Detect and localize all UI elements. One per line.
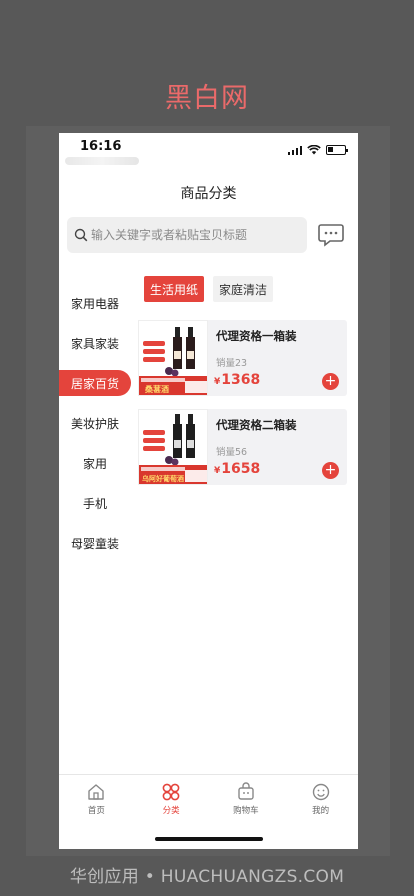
sidebar-item-appliances[interactable]: 家用电器	[59, 283, 131, 323]
subcategory-tabs: 生活用纸 家庭清洁	[144, 276, 274, 302]
phone-screen: 16:16 商品分类 家用电器 家具家装 居家百货 美妆护肤 家	[59, 133, 358, 849]
search-bar[interactable]	[67, 217, 307, 253]
category-sidebar: 家用电器 家具家装 居家百货 美妆护肤 家用 手机 母婴童装	[59, 283, 131, 563]
search-icon	[74, 228, 88, 242]
tab-category[interactable]: 分类	[134, 775, 209, 822]
tab-label: 我的	[312, 805, 330, 816]
product-card[interactable]: 乌阿好葡萄酒 代理资格二箱装 销量56 ¥1658 +	[138, 409, 347, 485]
category-icon	[162, 783, 180, 800]
product-price: ¥1658	[214, 461, 260, 477]
product-image: 桑葚酒	[138, 320, 208, 396]
search-input[interactable]	[91, 228, 291, 242]
sidebar-item-label: 家具家装	[70, 336, 119, 351]
cart-icon	[238, 781, 254, 800]
currency-symbol: ¥	[214, 377, 221, 387]
product-image: 乌阿好葡萄酒	[138, 409, 208, 485]
product-price: ¥1368	[214, 372, 260, 388]
sidebar-item-label: 美妆护肤	[70, 416, 119, 431]
tab-label: 首页	[87, 805, 105, 816]
status-bar: 16:16	[59, 133, 358, 173]
wifi-icon	[307, 145, 321, 155]
tab-cleaning[interactable]: 家庭清洁	[213, 276, 274, 302]
sidebar-item-furniture[interactable]: 家具家装	[59, 323, 131, 363]
product-sales: 销量23	[216, 358, 248, 369]
tab-label: 分类	[162, 805, 180, 816]
product-thumb-text: 桑葚酒	[144, 384, 169, 394]
tab-label: 购物车	[233, 805, 259, 816]
signal-icon	[287, 146, 302, 155]
sidebar-item-household[interactable]: 居家百货	[59, 363, 131, 403]
tab-paper[interactable]: 生活用纸	[144, 276, 205, 302]
tab-home[interactable]: 首页	[59, 775, 134, 822]
tab-cart[interactable]: 购物车	[209, 775, 284, 822]
home-indicator	[155, 837, 263, 841]
sidebar-item-label: 家用	[82, 456, 107, 471]
footer-watermark: 华创应用 • HUACHUANGZS.COM	[69, 867, 345, 887]
sidebar-item-label: 家用电器	[70, 296, 119, 311]
home-icon	[88, 783, 105, 800]
product-sales: 销量56	[216, 447, 248, 458]
product-card[interactable]: 桑葚酒 代理资格一箱装 销量23 ¥1368 +	[138, 320, 347, 396]
sidebar-item-beauty[interactable]: 美妆护肤	[59, 403, 131, 443]
bottom-tab-bar: 首页 分类 购物车 我的	[59, 774, 358, 822]
currency-symbol: ¥	[214, 466, 221, 476]
product-name: 代理资格二箱装	[216, 418, 297, 432]
product-thumb-text: 乌阿好葡萄酒	[142, 474, 184, 483]
sidebar-item-label: 居家百货	[70, 376, 119, 391]
brand-watermark: 黑白网	[165, 83, 249, 114]
blurred-carrier	[65, 157, 139, 165]
sidebar-item-home[interactable]: 家用	[59, 443, 131, 483]
sidebar-item-baby[interactable]: 母婴童装	[59, 523, 131, 563]
sidebar-item-label: 手机	[82, 496, 107, 511]
sidebar-item-label: 母婴童装	[70, 536, 119, 551]
message-icon[interactable]	[318, 223, 344, 247]
battery-icon	[326, 145, 348, 155]
product-name: 代理资格一箱装	[216, 329, 297, 343]
status-time: 16:16	[80, 139, 122, 154]
profile-icon	[312, 783, 329, 800]
status-icons	[287, 145, 348, 155]
page-title: 商品分类	[180, 186, 237, 202]
sidebar-item-phone[interactable]: 手机	[59, 483, 131, 523]
price-value: 1368	[221, 372, 261, 388]
price-value: 1658	[221, 461, 261, 477]
add-to-cart-button[interactable]: +	[322, 462, 339, 479]
add-to-cart-button[interactable]: +	[322, 373, 339, 390]
tab-profile[interactable]: 我的	[283, 775, 358, 822]
